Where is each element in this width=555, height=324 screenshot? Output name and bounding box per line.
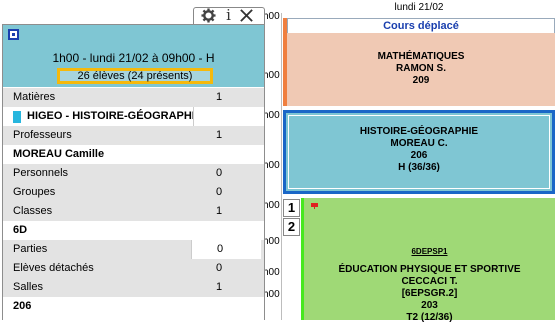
moved-course-label: Cours déplacé — [287, 18, 555, 33]
row-parts: Parties 0 — [3, 240, 264, 259]
row-subject-value[interactable]: HIGEO - HISTOIRE-GÉOGRAPHIE — [3, 107, 264, 126]
course-header: 1h00 - lundi 21/02 à 09h00 - H 26 élèves… — [3, 25, 264, 87]
row-room-value[interactable]: 206 — [3, 297, 264, 316]
week-number-1[interactable]: 1 — [283, 199, 300, 217]
hour-label: h00 — [263, 70, 280, 81]
course-code: 6DEPSP1 — [411, 247, 448, 256]
panel-body: 1h00 - lundi 21/02 à 09h00 - H 26 élèves… — [2, 24, 265, 320]
row-label: Personnels — [13, 167, 69, 179]
row-label: Professeurs — [13, 129, 72, 141]
row-value: 6D — [13, 224, 28, 236]
row-count: 0 — [216, 186, 223, 198]
day-header[interactable]: lundi 21/02 — [283, 2, 555, 13]
row-class-value[interactable]: 6D — [3, 221, 264, 240]
hour-label: h00 — [263, 200, 280, 211]
course-teacher: RAMON S. — [396, 63, 446, 74]
row-count: 1 — [216, 205, 223, 217]
red-flag-icon — [311, 203, 318, 209]
selection-inner-border — [288, 115, 550, 189]
row-subjects: Matières 1 — [3, 88, 264, 107]
row-count: 1 — [216, 91, 223, 103]
row-groups: Groupes 0 — [3, 183, 264, 202]
row-detached-students: Elèves détachés 0 — [3, 259, 264, 278]
hour-label: h00 — [263, 236, 280, 247]
row-value: HIGEO - HISTOIRE-GÉOGRAPHIE — [27, 110, 203, 122]
row-label: Elèves détachés — [13, 262, 94, 274]
course-time-title: 1h00 - lundi 21/02 à 09h00 - H — [52, 51, 215, 65]
week-number-2[interactable]: 2 — [283, 218, 300, 236]
column-divider — [281, 13, 282, 320]
row-label: Salles — [13, 281, 43, 293]
students-count-link[interactable]: 26 élèves (24 présents) — [57, 68, 213, 84]
course-extra: T2 (12/36) — [406, 312, 453, 323]
row-count: 0 — [216, 262, 223, 274]
row-label: Parties — [13, 243, 48, 255]
subject-color-swatch — [13, 111, 21, 123]
row-count: 0 — [216, 167, 223, 179]
row-label: Matières — [13, 91, 56, 103]
row-value-spacer — [193, 107, 263, 126]
course-group: [6EPSGR.2] — [401, 288, 458, 299]
row-count: 1 — [216, 129, 223, 141]
hour-label: h00 — [263, 160, 280, 171]
row-value: MOREAU Camille — [13, 148, 105, 160]
row-classes: Classes 1 — [3, 202, 264, 221]
row-value: 206 — [13, 300, 32, 312]
course-room: 209 — [412, 75, 430, 86]
row-count: 0 — [191, 240, 261, 259]
hour-label: h00 — [263, 11, 280, 22]
hour-label: h00 — [263, 267, 280, 278]
row-staff: Personnels 0 — [3, 164, 264, 183]
row-rooms: Salles 1 — [3, 278, 264, 297]
course-subject: MATHÉMATIQUES — [377, 51, 465, 62]
row-label: Classes — [13, 205, 53, 217]
row-teacher-value[interactable]: MOREAU Camille — [3, 145, 264, 164]
row-count: 1 — [216, 281, 223, 293]
course-eps[interactable]: 6DEPSP1 ÉDUCATION PHYSIQUE ET SPORTIVE C… — [301, 198, 555, 323]
course-room: 203 — [421, 300, 438, 311]
row-teachers: Professeurs 1 — [3, 126, 264, 145]
timetable-grid: h00 h00 h00 h00 h00 h00 h00 h00 lundi 21… — [263, 0, 555, 323]
info-icon[interactable]: i — [221, 8, 236, 23]
gear-icon[interactable] — [201, 8, 216, 23]
course-history-selected[interactable]: HISTOIRE-GÉOGRAPHIE MOREAU C. 206 H (36/… — [283, 110, 555, 194]
hour-label: h00 — [263, 289, 280, 300]
course-subject: ÉDUCATION PHYSIQUE ET SPORTIVE — [338, 264, 521, 275]
selection-checkbox[interactable] — [8, 29, 19, 40]
course-teacher: CECCACI T. — [401, 276, 458, 287]
course-details-panel: i 1h00 - lundi 21/02 à 09h00 - H 26 élèv… — [0, 0, 265, 320]
close-icon[interactable] — [239, 8, 254, 23]
hour-label: h00 — [263, 110, 280, 121]
row-label: Groupes — [13, 186, 56, 198]
